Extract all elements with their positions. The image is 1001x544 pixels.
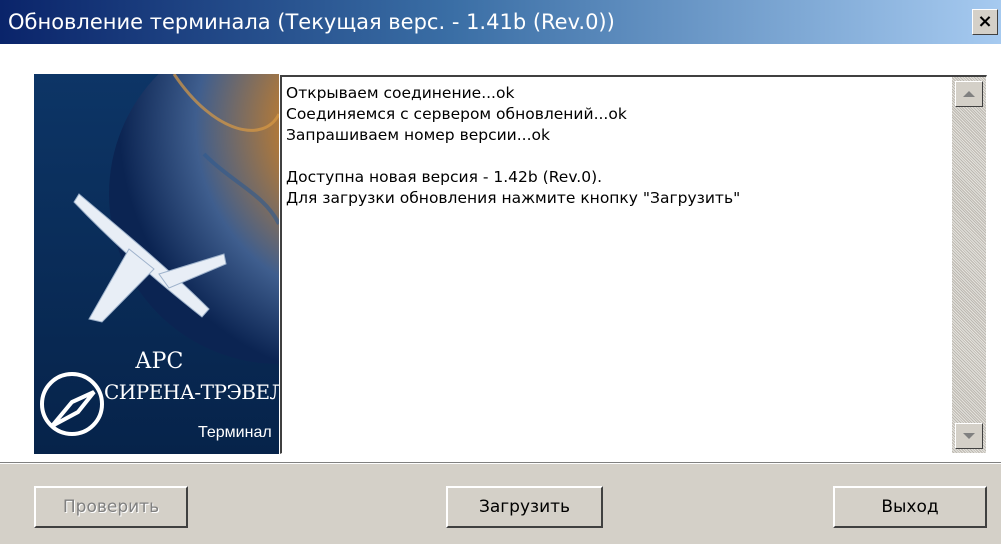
- log-line: [286, 146, 946, 167]
- logo-line-apc: АРС: [135, 349, 184, 374]
- title-bar[interactable]: Обновление терминала (Текущая верс. - 1.…: [0, 0, 1001, 44]
- vertical-scrollbar[interactable]: [952, 77, 986, 453]
- dialog-content: АРС СИРЕНА-ТРЭВЕЛ Терминал Открываем сое…: [0, 44, 1001, 462]
- log-lines: Открываем соединение...ok Соединяемся с …: [286, 83, 946, 209]
- exit-button[interactable]: Выход: [833, 486, 987, 528]
- scroll-up-arrow-icon: [963, 91, 975, 97]
- button-bar-separator: [0, 462, 1001, 464]
- log-line: Доступна новая версия - 1.42b (Rev.0).: [286, 168, 603, 186]
- download-button[interactable]: Загрузить: [446, 486, 603, 528]
- log-line: Соединяемся с сервером обновлений...ok: [286, 105, 627, 123]
- logo-line-terminal: Терминал: [198, 424, 272, 441]
- logo-line-company: СИРЕНА-ТРЭВЕЛ: [104, 380, 279, 404]
- scroll-up-button[interactable]: [955, 81, 983, 107]
- company-logo: АРС СИРЕНА-ТРЭВЕЛ Терминал: [34, 74, 279, 454]
- window-title: Обновление терминала (Текущая верс. - 1.…: [8, 10, 615, 34]
- close-icon: ×: [977, 11, 993, 32]
- log-line: Запрашиваем номер версии...ok: [286, 126, 550, 144]
- scroll-down-arrow-icon: [963, 433, 975, 439]
- check-button[interactable]: Проверить: [34, 486, 188, 528]
- log-line: Для загрузки обновления нажмите кнопку "…: [286, 189, 741, 207]
- scroll-down-button[interactable]: [955, 423, 983, 449]
- log-memo[interactable]: Открываем соединение...ok Соединяемся с …: [280, 75, 987, 454]
- log-line: Открываем соединение...ok: [286, 84, 515, 102]
- update-dialog: Обновление терминала (Текущая верс. - 1.…: [0, 0, 1001, 544]
- close-button[interactable]: ×: [972, 9, 998, 35]
